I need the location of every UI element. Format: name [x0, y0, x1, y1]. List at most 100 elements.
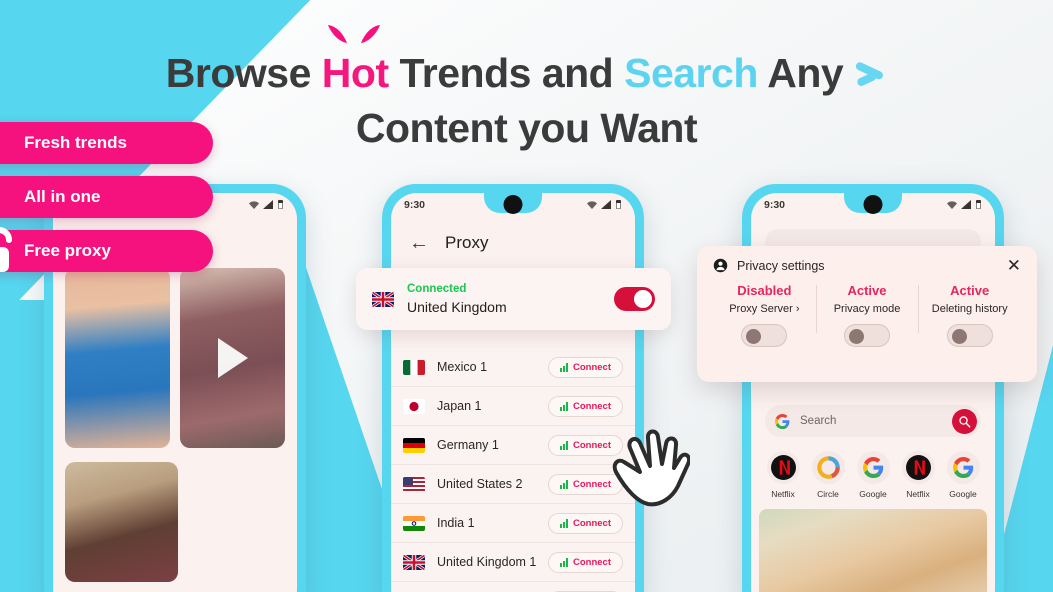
battery-icon — [976, 200, 981, 209]
proxy-name: Germany 1 — [437, 438, 499, 452]
flag-icon-india — [403, 515, 425, 531]
shortcut-label: Google — [859, 489, 887, 499]
connect-button[interactable]: Connect — [548, 512, 623, 534]
list-item[interactable]: United States 2 Connect — [391, 465, 635, 504]
privacy-panel-title: Privacy settings — [737, 258, 825, 273]
thumbnail-card[interactable] — [65, 268, 170, 448]
privacy-column-privacy-mode: Active Privacy mode — [815, 283, 919, 347]
phone2-status-icons — [586, 200, 622, 210]
connect-button[interactable]: Connect — [548, 356, 623, 378]
toggle-knob — [951, 328, 967, 344]
toggle-knob — [746, 328, 762, 344]
phone3-notch-area: 9:30 — [751, 193, 995, 219]
privacy-column-deleting-history: Active Deleting history — [918, 283, 1021, 347]
privacy-panel-header: Privacy settings ✕ — [713, 257, 1021, 274]
connect-label: Connect — [573, 361, 611, 373]
list-item[interactable]: Germany 1 Connect — [391, 426, 635, 465]
toggle-knob — [849, 328, 864, 344]
privacy-toggle-proxy-server[interactable] — [741, 324, 788, 347]
shortcut-label: Google — [949, 489, 977, 499]
shortcut-netflix[interactable]: Netflix — [896, 451, 940, 502]
signal-bars-icon — [560, 440, 568, 450]
search-input[interactable]: Search — [800, 415, 952, 427]
front-camera-icon — [503, 195, 523, 214]
shortcut-circle[interactable]: Circle — [806, 451, 850, 502]
proxy-toggle[interactable] — [614, 287, 655, 311]
search-bar[interactable]: Search — [765, 405, 981, 437]
connect-button[interactable]: Connect — [548, 551, 623, 573]
shortcut-icon-wrap — [856, 451, 890, 484]
toggle-knob — [634, 290, 652, 308]
thumbnail-card[interactable] — [65, 462, 178, 582]
signal-icon — [263, 200, 273, 209]
back-arrow-icon[interactable]: ← — [409, 233, 429, 253]
unlocked-padlock-icon — [0, 227, 12, 272]
list-item[interactable]: Mexico 1 Connect — [391, 348, 635, 387]
connection-status: Connected — [407, 283, 467, 296]
headline-text-browse: Browse — [165, 50, 322, 96]
proxy-name: Mexico 1 — [437, 360, 488, 374]
hero-thumbnail[interactable] — [759, 509, 987, 592]
flag-icon-germany — [403, 437, 425, 453]
privacy-column-label: Privacy mode — [833, 303, 901, 315]
shortcut-icon-wrap — [811, 451, 845, 484]
privacy-toggle-privacy-mode[interactable] — [844, 324, 890, 347]
status-badge: Disabled — [737, 283, 792, 298]
list-item[interactable]: United Kingdom 1 Connect — [391, 543, 635, 582]
close-icon[interactable]: ✕ — [1007, 257, 1021, 274]
account-icon — [713, 258, 728, 273]
signal-icon — [961, 200, 971, 209]
list-item[interactable]: India 1 Connect — [391, 504, 635, 543]
wifi-icon — [947, 201, 957, 209]
chevron-left-mark-icon — [856, 62, 884, 86]
connect-label: Connect — [573, 478, 611, 490]
phone3-notch — [844, 193, 902, 214]
connect-button[interactable]: Connect — [548, 395, 623, 417]
signal-icon — [601, 200, 611, 209]
netflix-icon — [905, 455, 931, 480]
headline-word-hot: Hot — [321, 25, 389, 101]
headline-line-1: Browse Hot Trends and Search Any — [0, 25, 1053, 101]
headline-line-2: Content you Want — [355, 105, 698, 152]
proxy-name: Japan 1 — [437, 399, 482, 413]
proxy-server-list[interactable]: Mexico 1 Connect Japan 1 Connect Germany… — [391, 348, 635, 592]
page-title: Proxy — [445, 233, 489, 252]
google-icon — [952, 457, 973, 478]
phone1-status-icons — [248, 200, 284, 210]
front-camera-icon — [863, 195, 883, 214]
phone2-notch-area: 9:30 — [391, 193, 635, 219]
play-icon[interactable] — [217, 338, 248, 378]
list-item[interactable]: Japan 1 Connect — [391, 387, 635, 426]
shortcut-icon-wrap — [766, 451, 800, 484]
battery-icon — [616, 200, 621, 209]
flag-icon-mexico — [403, 359, 425, 375]
search-submit-button[interactable] — [952, 408, 977, 434]
headline-hot-label: Hot — [321, 50, 389, 96]
signal-bars-icon — [560, 362, 568, 372]
wifi-icon — [249, 201, 259, 209]
connected-proxy-card[interactable]: Connected United Kingdom — [356, 268, 671, 330]
proxy-header: ← Proxy — [391, 219, 635, 265]
privacy-toggle-deleting-history[interactable] — [946, 324, 993, 347]
headline: Browse Hot Trends and Search Any Content… — [0, 25, 1053, 157]
shortcut-netflix[interactable]: Netflix — [761, 451, 805, 502]
connection-country: United Kingdom — [407, 298, 507, 315]
signal-bars-icon — [560, 479, 568, 489]
battery-icon — [278, 200, 283, 209]
connect-label: Connect — [573, 439, 611, 451]
shortcut-row: Netflix Circle Google Netflix Google — [761, 451, 985, 502]
list-item[interactable]: United States 4 Connect — [391, 582, 635, 592]
flag-icon-japan — [403, 398, 425, 414]
headline-word-search: Search — [624, 50, 758, 96]
connect-label: Connect — [573, 517, 611, 529]
shortcut-google[interactable]: Google — [851, 451, 895, 502]
privacy-column-label[interactable]: Proxy Server › — [713, 303, 816, 315]
privacy-column-label: Deleting history — [931, 303, 1008, 315]
shortcut-google[interactable]: Google — [941, 451, 985, 502]
thumbnail-card[interactable] — [180, 268, 285, 448]
wifi-icon — [587, 201, 597, 209]
badge-label: All in one — [24, 187, 101, 206]
phone3-status-icons — [946, 200, 982, 210]
signal-bars-icon — [560, 518, 568, 528]
shortcut-label: Netflix — [771, 489, 795, 499]
